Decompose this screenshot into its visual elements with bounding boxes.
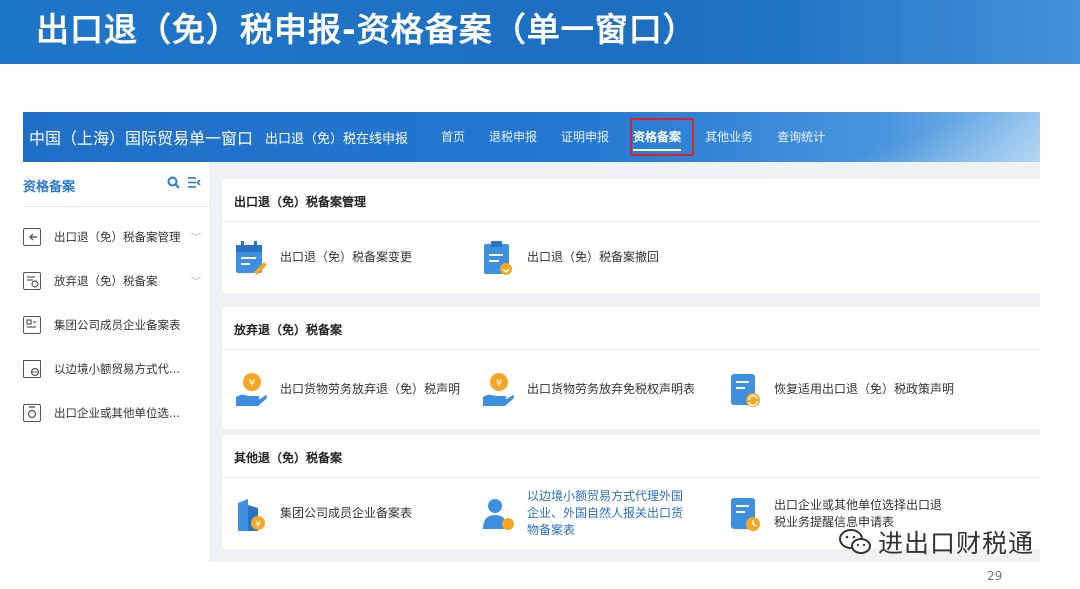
app-window: 中国（上海）国际贸易单一窗口 出口退（免）税在线申报 首页 退税申报 证明申报 … (23, 112, 1040, 562)
section-title: 放弃退（免）税备案 (234, 323, 343, 337)
nav-certificate[interactable]: 证明申报 (561, 112, 609, 162)
section-export-filing: 出口退（免）税备案管理 出口退（免）税备案变更 出口退（免）税备案撤回 (222, 179, 1040, 293)
sidebar-header: 资格备案 (23, 162, 209, 207)
user-coin-icon (483, 498, 514, 530)
section-header: 出口退（免）税备案管理 (222, 179, 1040, 222)
chevron-down-icon[interactable]: ﹀ (191, 229, 201, 244)
hand-coin-icon: ¥ (483, 372, 514, 406)
header-accent (780, 0, 1080, 64)
nav-home[interactable]: 首页 (441, 112, 465, 162)
export-icon (23, 228, 41, 246)
sidebar-item-export-unit-select[interactable]: 出口企业或其他单位选... (23, 391, 209, 435)
sidebar-item-label: 以边境小额贸易方式代... (54, 362, 180, 376)
section-header: 其他退（免）税备案 (222, 435, 1040, 478)
document-refresh-icon (731, 373, 760, 407)
sidebar: 资格备案 出口退（免）税备案管理 ﹀ 放弃退（免）税备案 ﹀ 集团公司成员企业备… (23, 162, 209, 562)
sidebar-item-group-member[interactable]: 集团公司成员企业备案表 (23, 303, 209, 347)
section-body: 出口退（免）税备案变更 出口退（免）税备案撤回 (222, 222, 1040, 293)
collapse-menu-icon[interactable] (187, 176, 201, 192)
sidebar-item-label: 出口企业或其他单位选... (54, 406, 180, 420)
tile-abandon-declaration[interactable]: ¥ 出口货物劳务放弃退（免）税声明 (234, 350, 460, 429)
section-body: ¥ 出口货物劳务放弃退（免）税声明 ¥ 出口货物劳务放弃免税权声明表 恢复适用出… (222, 350, 1040, 429)
slide-title: 出口退（免）税申报-资格备案（单一窗口） (36, 10, 697, 49)
nav-other-business[interactable]: 其他业务 (705, 112, 753, 162)
sidebar-title: 资格备案 (23, 180, 76, 195)
tile-filing-withdraw[interactable]: 出口退（免）税备案撤回 (481, 222, 659, 293)
tile-label: 出口货物劳务放弃退（免）税声明 (280, 382, 461, 396)
section-title: 出口退（免）税备案管理 (234, 195, 367, 209)
tile-label: 以边境小额贸易方式代理外国企业、外国自然人报关出口货物备案表 (527, 489, 684, 537)
form-icon (23, 316, 41, 334)
nav-highlight-box (630, 118, 694, 156)
tile-label: 恢复适用出口退（免）税政策声明 (774, 382, 955, 396)
document-icon (23, 272, 41, 290)
topbar-decoration (840, 112, 1040, 162)
app-brand[interactable]: 中国（上海）国际贸易单一窗口 (29, 125, 253, 149)
building-coin-icon: ¥ (238, 498, 265, 531)
slide-header: 出口退（免）税申报-资格备案（单一窗口） (0, 0, 1080, 64)
tile-abandon-exemption[interactable]: ¥ 出口货物劳务放弃免税权声明表 (481, 350, 695, 429)
hand-coin-icon: ¥ (236, 372, 267, 406)
tile-label: 出口货物劳务放弃免税权声明表 (527, 382, 696, 396)
section-abandon-filing: 放弃退（免）税备案 ¥ 出口货物劳务放弃退（免）税声明 ¥ 出口货物劳务放弃免税… (222, 307, 1040, 429)
wechat-icon (839, 529, 871, 554)
clipboard-withdraw-icon (484, 240, 512, 275)
clipboard-icon (23, 404, 41, 422)
tile-label: 出口退（免）税备案撤回 (527, 250, 660, 264)
svg-text:¥: ¥ (496, 378, 502, 389)
tile-border-trade-agent[interactable]: 以边境小额贸易方式代理外国企业、外国自然人报关出口货物备案表 (481, 478, 691, 549)
calendar-edit-icon (236, 240, 267, 275)
sidebar-item-label: 集团公司成员企业备案表 (54, 318, 181, 332)
sidebar-item-export-filing[interactable]: 出口退（免）税备案管理 ﹀ (23, 215, 209, 259)
tile-label: 集团公司成员企业备案表 (280, 506, 413, 520)
app-subtitle: 出口退（免）税在线申报 (265, 132, 409, 147)
app-topbar: 中国（上海）国际贸易单一窗口 出口退（免）税在线申报 首页 退税申报 证明申报 … (23, 112, 1040, 162)
sidebar-item-label: 出口退（免）税备案管理 (54, 230, 181, 244)
tile-filing-change[interactable]: 出口退（免）税备案变更 (234, 222, 412, 293)
document-clock-icon (731, 497, 760, 531)
section-title: 其他退（免）税备案 (234, 451, 343, 465)
sidebar-item-label: 放弃退（免）税备案 (54, 274, 158, 288)
watermark: 进出口财税通 (838, 524, 1034, 560)
svg-text:¥: ¥ (255, 520, 261, 530)
page-number: 29 (987, 569, 1003, 583)
search-icon[interactable] (167, 176, 180, 192)
section-header: 放弃退（免）税备案 (222, 307, 1040, 350)
folder-globe-icon (23, 360, 41, 378)
chevron-down-icon[interactable]: ﹀ (191, 273, 201, 288)
tile-label: 出口退（免）税备案变更 (280, 250, 413, 264)
tile-restore-policy[interactable]: 恢复适用出口退（免）税政策声明 (728, 350, 954, 429)
watermark-text: 进出口财税通 (878, 529, 1035, 558)
nav-tax-refund[interactable]: 退税申报 (489, 112, 537, 162)
nav-query-stats[interactable]: 查询统计 (777, 112, 825, 162)
svg-text:¥: ¥ (249, 378, 255, 389)
tile-group-member[interactable]: ¥ 集团公司成员企业备案表 (234, 478, 412, 549)
sidebar-item-border-trade[interactable]: 以边境小额贸易方式代... (23, 347, 209, 391)
sidebar-item-abandon-filing[interactable]: 放弃退（免）税备案 ﹀ (23, 259, 209, 303)
